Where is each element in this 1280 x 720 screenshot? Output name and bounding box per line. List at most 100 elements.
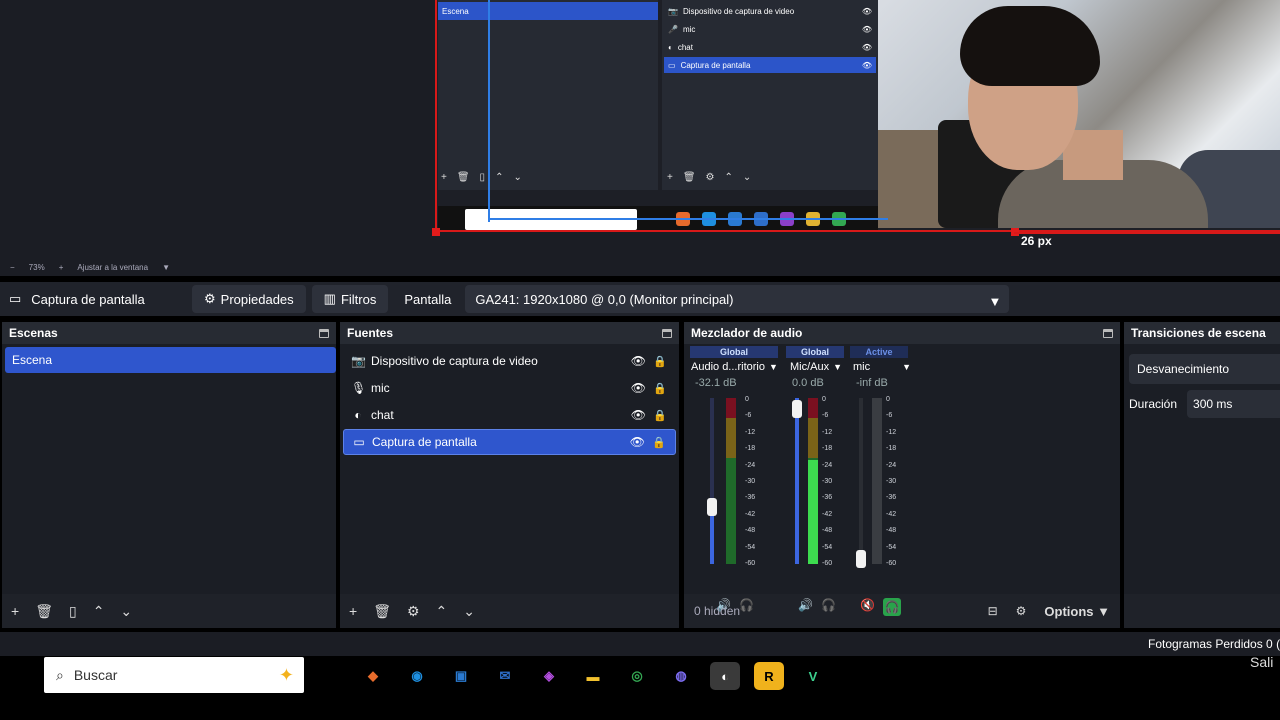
app-v-icon[interactable]: V bbox=[798, 662, 828, 690]
volume-slider[interactable] bbox=[710, 398, 714, 564]
db-scale: 0 -6 -12 -18 -24 -30 -36 -42 -48 -54 -60 bbox=[822, 396, 833, 567]
zoom-out-icon[interactable]: − bbox=[10, 263, 15, 272]
undock-icon[interactable] bbox=[662, 328, 672, 338]
microphone-icon: 🎙 bbox=[351, 381, 367, 395]
source-item[interactable]: 📷 Dispositivo de captura de video 👁 🔒 bbox=[343, 348, 676, 374]
mixer-settings-icon[interactable]: ⚙ bbox=[1016, 604, 1027, 618]
volume-handle[interactable] bbox=[707, 498, 717, 516]
scenes-dock-header: Escenas bbox=[2, 322, 336, 344]
transition-select[interactable]: Desvanecimiento bbox=[1129, 354, 1280, 384]
channel-db: -32.1 dB bbox=[695, 377, 737, 389]
transitions-dock-header: Transiciones de escena bbox=[1124, 322, 1280, 344]
app-r-icon[interactable]: R bbox=[754, 662, 784, 690]
browser-icon: ◐ bbox=[354, 408, 362, 422]
volume-handle[interactable] bbox=[792, 400, 802, 418]
source-item[interactable]: ◐ chat 👁 🔒 bbox=[343, 402, 676, 428]
zoom-in-icon[interactable]: + bbox=[59, 263, 64, 272]
search-icon: ⌕ bbox=[56, 666, 64, 683]
eye-icon[interactable]: 👁 bbox=[631, 408, 646, 422]
distance-label: 26 px bbox=[1021, 234, 1052, 248]
copilot-icon[interactable]: ◆ bbox=[358, 662, 388, 690]
chevron-down-icon[interactable]: ⌄ bbox=[463, 603, 475, 620]
mail-icon[interactable]: ✉ bbox=[490, 662, 520, 690]
undock-icon[interactable] bbox=[319, 328, 329, 338]
context-source: ▭ Captura de pantalla bbox=[0, 291, 192, 307]
status-bar: Fotogramas Perdidos 0 ( bbox=[0, 632, 1280, 656]
undock-icon[interactable] bbox=[1103, 328, 1113, 338]
channel-tag: Global bbox=[786, 346, 844, 358]
channel-name-select[interactable]: Mic/Aux ▼ bbox=[790, 361, 842, 373]
db-scale: 0 -6 -12 -18 -24 -30 -36 -42 -48 -54 -60 bbox=[886, 396, 897, 567]
volume-handle[interactable] bbox=[856, 550, 866, 568]
add-icon[interactable]: + bbox=[11, 603, 19, 619]
volume-slider[interactable] bbox=[795, 398, 799, 564]
m365-icon[interactable]: ◈ bbox=[534, 662, 564, 690]
duration-input[interactable]: 300 ms bbox=[1187, 390, 1280, 418]
chevron-up-icon[interactable]: ⌃ bbox=[436, 603, 448, 620]
trash-icon[interactable]: 🗑 bbox=[373, 603, 391, 620]
obs-icon[interactable]: ◐ bbox=[710, 662, 740, 690]
monitor-icon: ▭ bbox=[353, 435, 365, 449]
channel-db: -inf dB bbox=[856, 377, 888, 389]
duration-label: Duración bbox=[1129, 397, 1178, 411]
eye-icon[interactable]: 👁 bbox=[631, 354, 646, 368]
vu-meter bbox=[808, 398, 818, 564]
add-icon[interactable]: + bbox=[349, 603, 357, 619]
scene-item[interactable]: Escena bbox=[5, 347, 336, 373]
trash-icon[interactable]: 🗑 bbox=[35, 603, 53, 620]
resize-handle[interactable] bbox=[432, 228, 440, 236]
channel-name-select[interactable]: mic ▼ bbox=[853, 361, 911, 373]
exit-label[interactable]: Sali bbox=[1250, 654, 1273, 670]
lock-icon[interactable]: 🔒 bbox=[652, 436, 666, 449]
properties-button[interactable]: ⚙ Propiedades bbox=[192, 285, 306, 313]
filters-button[interactable]: ▥ Filtros bbox=[311, 285, 389, 313]
channel-name-select[interactable]: Audio d...ritorio ▼ bbox=[691, 361, 778, 373]
scene-filter-icon[interactable]: ▯ bbox=[69, 603, 77, 620]
webcam-feed bbox=[878, 0, 1280, 228]
gear-icon: ⚙ bbox=[204, 291, 216, 306]
lock-icon[interactable]: 🔒 bbox=[653, 382, 667, 395]
db-scale: 0 -6 -12 -18 -24 -30 -36 -42 -48 -54 -60 bbox=[745, 396, 756, 567]
discord-icon[interactable]: ◍ bbox=[666, 662, 696, 690]
chevron-down-icon[interactable]: ⌄ bbox=[120, 603, 132, 620]
lock-icon[interactable]: 🔒 bbox=[653, 409, 667, 422]
channel-tag: Active bbox=[850, 346, 908, 358]
gear-icon[interactable]: ⚙ bbox=[407, 603, 420, 620]
sources-dock: Fuentes 📷 Dispositivo de captura de vide… bbox=[340, 322, 679, 628]
transition-duration-row: Duración 300 ms bbox=[1129, 390, 1280, 418]
fit-window-label[interactable]: Ajustar a la ventana bbox=[77, 263, 148, 272]
chevron-up-icon[interactable]: ⌃ bbox=[93, 603, 105, 620]
lock-icon[interactable]: 🔒 bbox=[653, 355, 667, 368]
mixer-dock-header: Mezclador de audio bbox=[684, 322, 1120, 344]
chevron-down-icon[interactable]: ▼ bbox=[162, 263, 170, 272]
taskbar-search[interactable]: ⌕ Buscar ✦ bbox=[44, 657, 304, 693]
channel-db: 0.0 dB bbox=[792, 377, 824, 389]
nested-sources-panel: 📷 Dispositivo de captura de video 👁 🎤 mic 👁 … bbox=[662, 0, 878, 190]
chrome-icon[interactable]: ◎ bbox=[622, 662, 652, 690]
folder-icon[interactable]: ▬ bbox=[578, 662, 608, 690]
source-item-selected[interactable]: ▭ Captura de pantalla 👁 🔒 bbox=[343, 429, 676, 455]
camera-icon: 📷 bbox=[351, 354, 366, 368]
display-select[interactable]: GA241: 1920x1080 @ 0,0 (Monitor principa… bbox=[465, 285, 1010, 313]
nested-scenes-panel: Escena + 🗑 ▯ ⌃ ⌄ bbox=[438, 0, 658, 190]
chevron-down-icon: ▼ bbox=[988, 294, 1002, 309]
display-label: Pantalla bbox=[404, 291, 452, 307]
store-icon[interactable]: ▣ bbox=[446, 662, 476, 690]
taskbar-icons: ◆ ◉ ▣ ✉ ◈ ▬ ◎ ◍ ◐ R V bbox=[358, 662, 828, 690]
channel-tag: Global bbox=[690, 346, 778, 358]
eye-icon[interactable]: 👁 bbox=[631, 381, 646, 395]
layout-icon[interactable]: ⊟ bbox=[988, 604, 998, 618]
monitor-icon: ▭ bbox=[9, 291, 22, 306]
scenes-dock: Escenas Escena + 🗑 ▯ ⌃ ⌄ bbox=[2, 322, 336, 628]
vu-meter bbox=[726, 398, 736, 564]
nested-source-item: 🎤 mic 👁 bbox=[668, 24, 872, 34]
preview-area[interactable]: Escena + 🗑 ▯ ⌃ ⌄ 📷 Dispositivo de captura de … bbox=[0, 0, 1280, 258]
volume-slider[interactable] bbox=[859, 398, 863, 564]
eye-icon[interactable]: 👁 bbox=[630, 435, 645, 449]
sources-toolbar: + 🗑 ⚙ ⌃ ⌄ bbox=[340, 594, 679, 628]
filter-icon: ▥ bbox=[323, 291, 336, 306]
options-button[interactable]: Options ▼ bbox=[1044, 604, 1110, 619]
source-item[interactable]: 🎙 mic 👁 🔒 bbox=[343, 375, 676, 401]
nested-source-item: ▭ Captura de pantalla 👁 bbox=[664, 57, 876, 73]
edge-icon[interactable]: ◉ bbox=[402, 662, 432, 690]
